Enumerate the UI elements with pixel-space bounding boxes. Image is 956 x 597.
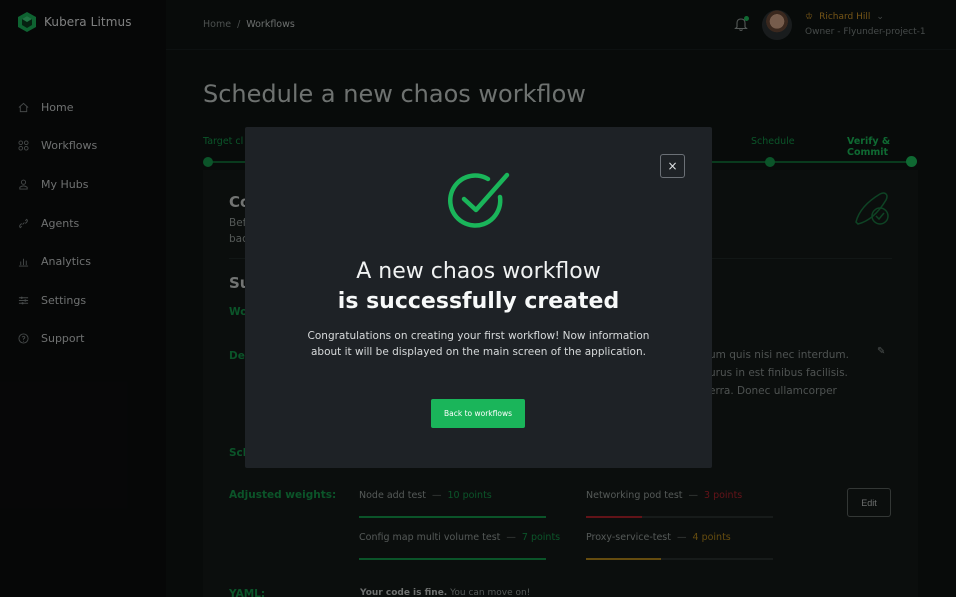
close-icon: × bbox=[667, 159, 678, 173]
success-check-icon bbox=[448, 172, 510, 228]
close-button[interactable]: × bbox=[660, 154, 685, 178]
modal-title-line1: A new chaos workflow bbox=[356, 259, 601, 284]
back-to-workflows-button[interactable]: Back to workflows bbox=[431, 399, 525, 428]
modal-title-line2: is successfully created bbox=[337, 289, 620, 314]
modal-body: Congratulations on creating your first w… bbox=[307, 330, 650, 358]
success-modal: × A new chaos workflow is successfully c… bbox=[245, 127, 712, 468]
